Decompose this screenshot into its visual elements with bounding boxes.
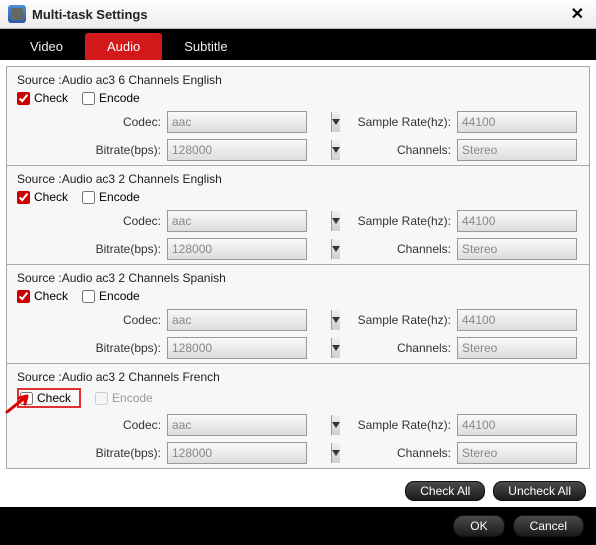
channels-label: Channels: — [307, 446, 457, 460]
channels-value[interactable] — [458, 140, 596, 160]
fields-grid: Codec: Sample Rate(hz): Bitrate(bps): Ch… — [17, 414, 579, 464]
tab-audio[interactable]: Audio — [85, 33, 162, 60]
bitrate-combo[interactable] — [167, 442, 307, 464]
codec-label: Codec: — [17, 418, 167, 432]
encode-label: Encode — [99, 289, 140, 303]
samplerate-combo[interactable] — [457, 210, 577, 232]
cancel-button[interactable]: Cancel — [513, 515, 584, 537]
samplerate-combo[interactable] — [457, 414, 577, 436]
samplerate-combo[interactable] — [457, 309, 577, 331]
samplerate-value[interactable] — [458, 112, 596, 132]
channels-label: Channels: — [307, 242, 457, 256]
source-label: Source :Audio ac3 2 Channels French — [17, 370, 579, 384]
codec-label: Codec: — [17, 313, 167, 327]
samplerate-label: Sample Rate(hz): — [307, 418, 457, 432]
check-checkbox[interactable]: Check — [17, 91, 68, 105]
bitrate-combo[interactable] — [167, 238, 307, 260]
bitrate-combo[interactable] — [167, 139, 307, 161]
tabbar: Video Audio Subtitle — [0, 29, 596, 60]
audio-group: Source :Audio ac3 2 Channels Spanish Che… — [7, 265, 589, 364]
check-checkbox[interactable]: Check — [17, 190, 68, 204]
check-checkbox[interactable]: Check — [17, 289, 68, 303]
fields-grid: Codec: Sample Rate(hz): Bitrate(bps): Ch… — [17, 210, 579, 260]
channels-combo[interactable] — [457, 238, 577, 260]
encode-label: Encode — [99, 91, 140, 105]
channels-value[interactable] — [458, 443, 596, 463]
encode-checkbox[interactable]: Encode — [82, 190, 140, 204]
bitrate-label: Bitrate(bps): — [17, 242, 167, 256]
channels-combo[interactable] — [457, 337, 577, 359]
uncheck-all-button[interactable]: Uncheck All — [493, 481, 586, 501]
samplerate-label: Sample Rate(hz): — [307, 214, 457, 228]
check-row: Check Encode — [17, 388, 579, 408]
channels-label: Channels: — [307, 341, 457, 355]
channels-value[interactable] — [458, 239, 596, 259]
samplerate-value[interactable] — [458, 310, 596, 330]
check-label: Check — [34, 190, 68, 204]
ok-button[interactable]: OK — [453, 515, 504, 537]
source-label: Source :Audio ac3 6 Channels English — [17, 73, 579, 87]
arrow-icon — [5, 392, 33, 414]
samplerate-value[interactable] — [458, 211, 596, 231]
codec-label: Codec: — [17, 115, 167, 129]
channels-label: Channels: — [307, 143, 457, 157]
codec-combo[interactable] — [167, 111, 307, 133]
codec-combo[interactable] — [167, 309, 307, 331]
settings-panel: Source :Audio ac3 6 Channels English Che… — [6, 66, 590, 469]
tab-video[interactable]: Video — [8, 33, 85, 60]
check-row: Check Encode — [17, 289, 579, 303]
source-label: Source :Audio ac3 2 Channels Spanish — [17, 271, 579, 285]
encode-label: Encode — [112, 391, 153, 405]
footer-dialog-buttons: OK Cancel — [0, 507, 596, 545]
channels-combo[interactable] — [457, 442, 577, 464]
check-label: Check — [34, 289, 68, 303]
bitrate-label: Bitrate(bps): — [17, 341, 167, 355]
bitrate-label: Bitrate(bps): — [17, 446, 167, 460]
audio-group: Source :Audio ac3 2 Channels English Che… — [7, 166, 589, 265]
check-all-button[interactable]: Check All — [405, 481, 485, 501]
window-title: Multi-task Settings — [32, 7, 567, 22]
check-row: Check Encode — [17, 91, 579, 105]
bitrate-label: Bitrate(bps): — [17, 143, 167, 157]
samplerate-label: Sample Rate(hz): — [307, 313, 457, 327]
fields-grid: Codec: Sample Rate(hz): Bitrate(bps): Ch… — [17, 111, 579, 161]
codec-combo[interactable] — [167, 414, 307, 436]
channels-value[interactable] — [458, 338, 596, 358]
encode-checkbox: Encode — [95, 391, 153, 405]
footer-check-buttons: Check All Uncheck All — [0, 475, 596, 507]
codec-combo[interactable] — [167, 210, 307, 232]
samplerate-combo[interactable] — [457, 111, 577, 133]
samplerate-value[interactable] — [458, 415, 596, 435]
fields-grid: Codec: Sample Rate(hz): Bitrate(bps): Ch… — [17, 309, 579, 359]
encode-checkbox[interactable]: Encode — [82, 91, 140, 105]
close-icon[interactable]: ✕ — [567, 4, 588, 24]
tab-subtitle[interactable]: Subtitle — [162, 33, 249, 60]
bitrate-combo[interactable] — [167, 337, 307, 359]
audio-group: Source :Audio ac3 6 Channels English Che… — [7, 67, 589, 166]
codec-label: Codec: — [17, 214, 167, 228]
encode-checkbox[interactable]: Encode — [82, 289, 140, 303]
source-label: Source :Audio ac3 2 Channels English — [17, 172, 579, 186]
channels-combo[interactable] — [457, 139, 577, 161]
audio-group: Source :Audio ac3 2 Channels French Chec… — [7, 364, 589, 468]
titlebar: Multi-task Settings ✕ — [0, 0, 596, 29]
check-label: Check — [37, 391, 71, 405]
samplerate-label: Sample Rate(hz): — [307, 115, 457, 129]
check-row: Check Encode — [17, 190, 579, 204]
check-label: Check — [34, 91, 68, 105]
encode-label: Encode — [99, 190, 140, 204]
app-icon — [8, 5, 26, 23]
